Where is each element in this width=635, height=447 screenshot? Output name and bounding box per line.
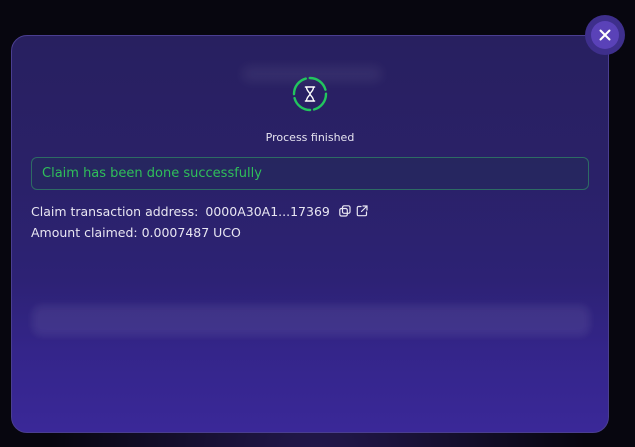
success-message-box: Claim has been done successfully (31, 157, 589, 190)
process-status-indicator (292, 76, 328, 112)
hourglass-icon (292, 76, 328, 112)
claim-transaction-address: 0000A30A1...17369 (205, 203, 330, 219)
claim-transaction-row: Claim transaction address: 0000A30A1...1… (31, 202, 369, 220)
amount-claimed-value: 0.0007487 UCO (141, 224, 241, 240)
close-button[interactable] (585, 15, 625, 55)
copy-icon (339, 205, 351, 217)
close-icon (599, 29, 611, 41)
success-message: Claim has been done successfully (42, 166, 262, 181)
amount-claimed-label: Amount claimed: (31, 224, 138, 240)
blurred-background-button (32, 306, 590, 336)
claim-transaction-label: Claim transaction address: (31, 203, 199, 219)
close-button-circle (591, 21, 619, 49)
open-explorer-button[interactable] (355, 204, 369, 218)
amount-claimed-row: Amount claimed: 0.0007487 UCO (31, 223, 241, 241)
copy-address-button[interactable] (338, 204, 352, 218)
process-status-label: Process finished (265, 131, 355, 144)
external-link-icon (356, 205, 368, 217)
